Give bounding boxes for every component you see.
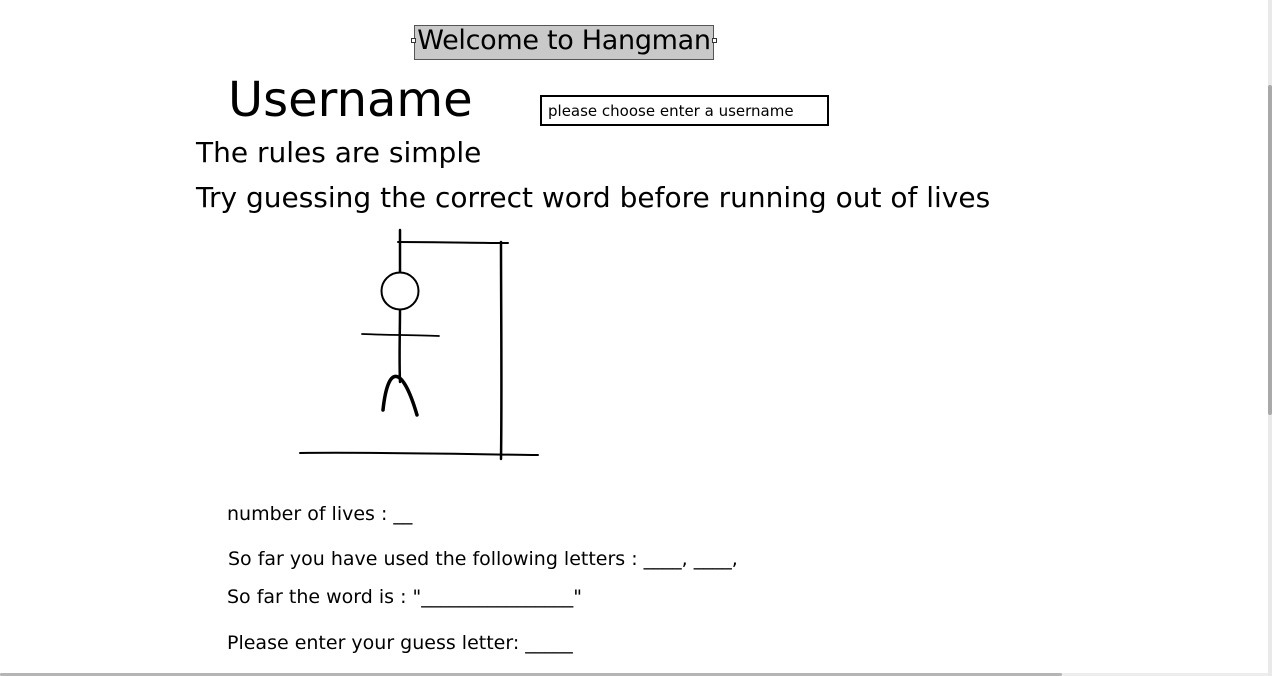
vertical-scrollbar-thumb[interactable] xyxy=(1268,85,1272,415)
username-input[interactable] xyxy=(540,95,829,126)
hangman-head xyxy=(380,271,420,311)
guess-prompt: Please enter your guess letter: _____ xyxy=(227,632,573,654)
hangman-drawing xyxy=(299,228,539,461)
lives-count: number of lives : __ xyxy=(227,503,413,525)
word-progress: So far the word is : "________________" xyxy=(227,586,583,608)
resize-handle-left[interactable] xyxy=(411,38,416,43)
gallows-beam xyxy=(397,241,509,244)
username-label: Username xyxy=(228,72,473,128)
resize-handle-right[interactable] xyxy=(712,38,717,43)
rules-heading: The rules are simple xyxy=(196,136,482,169)
page-title: Welcome to Hangman xyxy=(417,25,711,56)
hangman-arms xyxy=(361,333,440,337)
used-letters: So far you have used the following lette… xyxy=(228,548,738,570)
rules-description: Try guessing the correct word before run… xyxy=(196,181,991,214)
